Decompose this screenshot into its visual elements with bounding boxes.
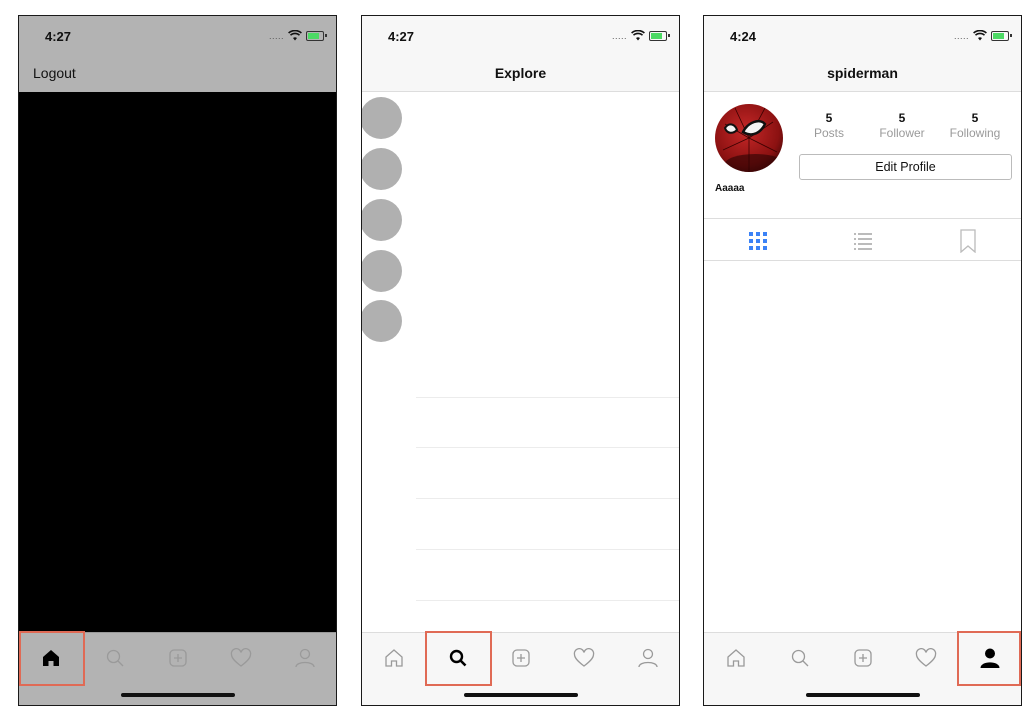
tab-add[interactable] bbox=[845, 640, 881, 676]
placeholder-avatar[interactable] bbox=[362, 250, 402, 292]
status-time: 4:27 bbox=[388, 29, 415, 44]
battery-icon bbox=[649, 30, 670, 41]
battery-icon bbox=[306, 30, 327, 41]
status-icons: ..... bbox=[611, 30, 670, 41]
status-time: 4:24 bbox=[730, 29, 757, 44]
status-icons: ..... bbox=[268, 30, 327, 41]
tab-search[interactable] bbox=[782, 640, 818, 676]
search-icon bbox=[791, 649, 809, 667]
status-time: 4:27 bbox=[45, 29, 72, 44]
heart-icon bbox=[573, 648, 595, 667]
page-title: Explore bbox=[494, 65, 547, 81]
stat-following[interactable]: 5 Following bbox=[940, 111, 1010, 140]
tab-home[interactable] bbox=[718, 640, 754, 676]
add-icon bbox=[854, 649, 872, 667]
list-separator bbox=[416, 447, 679, 448]
placeholder-avatar[interactable] bbox=[362, 199, 402, 241]
heart-icon bbox=[915, 648, 937, 667]
tab-search[interactable] bbox=[97, 640, 133, 676]
grid-icon bbox=[749, 232, 767, 250]
list-separator bbox=[416, 600, 679, 601]
followers-count: 5 bbox=[898, 111, 906, 125]
profile-icon bbox=[295, 648, 315, 668]
home-indicator bbox=[120, 693, 235, 697]
profile-screen: 4:24 ..... spiderman 5 Posts 5 Follower … bbox=[703, 15, 1022, 706]
signal-icon: ..... bbox=[611, 30, 627, 41]
wifi-icon bbox=[973, 30, 987, 41]
tab-add[interactable] bbox=[160, 640, 196, 676]
battery-icon bbox=[991, 30, 1012, 41]
tab-activity[interactable] bbox=[908, 640, 944, 676]
nav-bar: spiderman bbox=[704, 56, 1021, 92]
placeholder-avatar[interactable] bbox=[362, 300, 402, 342]
stat-followers[interactable]: 5 Follower bbox=[867, 111, 937, 140]
list-icon bbox=[854, 233, 872, 250]
list-separator bbox=[416, 397, 679, 398]
explore-screen: 4:27 ..... Explore bbox=[361, 15, 680, 706]
signal-icon: ..... bbox=[953, 30, 969, 41]
home-screen: 4:27 ..... Logout bbox=[18, 15, 337, 706]
wifi-icon bbox=[631, 30, 645, 41]
home-indicator bbox=[805, 693, 920, 697]
edit-profile-button[interactable]: Edit Profile bbox=[799, 154, 1012, 180]
display-name: Aaaaa bbox=[715, 183, 745, 194]
highlight-box bbox=[957, 631, 1021, 686]
tab-activity[interactable] bbox=[566, 640, 602, 676]
home-icon bbox=[385, 649, 403, 667]
followers-label: Follower bbox=[879, 126, 925, 140]
list-separator bbox=[416, 498, 679, 499]
placeholder-avatar[interactable] bbox=[362, 97, 402, 139]
bookmark-icon bbox=[960, 229, 976, 253]
following-label: Following bbox=[949, 126, 1001, 140]
heart-icon bbox=[230, 648, 252, 667]
following-count: 5 bbox=[971, 111, 979, 125]
profile-icon bbox=[638, 648, 658, 668]
home-indicator bbox=[463, 693, 578, 697]
tab-add[interactable] bbox=[503, 640, 539, 676]
posts-label: Posts bbox=[813, 126, 844, 140]
list-separator bbox=[416, 549, 679, 550]
status-bar: 4:27 ..... bbox=[362, 16, 679, 56]
signal-icon: ..... bbox=[268, 30, 284, 41]
stat-posts[interactable]: 5 Posts bbox=[794, 111, 864, 140]
placeholder-avatar[interactable] bbox=[362, 148, 402, 190]
tab-profile[interactable] bbox=[630, 640, 666, 676]
wifi-icon bbox=[288, 30, 302, 41]
status-icons: ..... bbox=[953, 30, 1012, 41]
posts-count: 5 bbox=[825, 111, 833, 125]
profile-tabs bbox=[704, 218, 1021, 261]
tab-activity[interactable] bbox=[223, 640, 259, 676]
status-bar: 4:27 ..... bbox=[19, 16, 336, 56]
highlight-box bbox=[19, 631, 85, 686]
profile-username-title: spiderman bbox=[827, 65, 898, 81]
status-bar: 4:24 ..... bbox=[704, 16, 1021, 56]
grid-view-tab[interactable] bbox=[746, 229, 770, 253]
spiderman-avatar-image bbox=[715, 104, 783, 172]
highlight-box bbox=[425, 631, 492, 686]
list-view-tab[interactable] bbox=[851, 229, 875, 253]
nav-bar: Logout bbox=[19, 56, 336, 92]
avatar[interactable] bbox=[715, 104, 783, 172]
saved-tab[interactable] bbox=[956, 229, 980, 253]
search-icon bbox=[106, 649, 124, 667]
home-icon bbox=[727, 649, 745, 667]
logout-button[interactable]: Logout bbox=[33, 65, 76, 81]
tab-home[interactable] bbox=[376, 640, 412, 676]
feed-area bbox=[19, 92, 336, 632]
add-icon bbox=[512, 649, 530, 667]
tab-bar bbox=[362, 632, 679, 705]
tab-profile[interactable] bbox=[287, 640, 323, 676]
nav-bar: Explore bbox=[362, 56, 679, 92]
add-icon bbox=[169, 649, 187, 667]
